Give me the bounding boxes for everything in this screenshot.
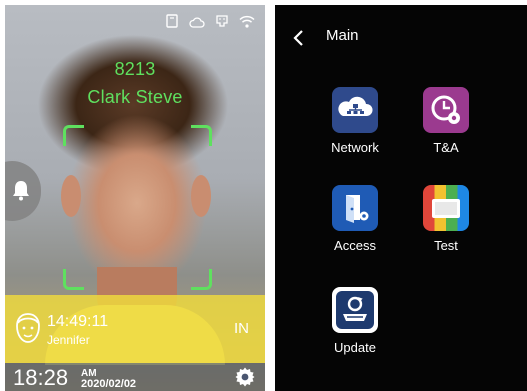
record-time: 14:49:11: [47, 313, 109, 330]
menu-item-access[interactable]: Access: [310, 185, 400, 253]
face-frame-corner: [191, 125, 212, 146]
ethernet-icon: [215, 14, 229, 33]
back-chevron-icon[interactable]: [293, 29, 305, 52]
record-direction: IN: [234, 320, 249, 337]
menu-item-label: Network: [331, 140, 379, 155]
time-attendance-icon: [423, 87, 469, 133]
menu-item-test[interactable]: Test: [401, 185, 491, 253]
menu-item-label: Update: [334, 340, 376, 355]
face-outline-icon: [13, 311, 43, 352]
face-frame-corner: [63, 269, 84, 290]
clock-date: 2020/02/02: [81, 378, 137, 390]
card-icon: [165, 14, 179, 33]
face-frame-corner: [191, 269, 212, 290]
menu-item-network[interactable]: Network: [310, 87, 400, 155]
clock-time: 18:28: [13, 365, 69, 390]
cloud-icon: [189, 15, 205, 33]
user-name: Clark Steve: [87, 87, 183, 107]
menu-item-label: Test: [434, 238, 458, 253]
clock-bar: 18:28 AM 2020/02/02: [5, 363, 265, 391]
face-ear-left: [61, 175, 81, 217]
menu-item-update[interactable]: Update: [310, 287, 400, 355]
menu-item-label: T&A: [433, 140, 459, 155]
bell-icon: [13, 181, 29, 201]
update-icon: [332, 287, 378, 333]
menu-item-ta[interactable]: T&A: [401, 87, 491, 155]
network-icon: [332, 87, 378, 133]
menu-item-label: Access: [334, 238, 376, 253]
access-door-icon: [332, 185, 378, 231]
main-menu-screen: Main Network T&A Access Test Update: [275, 5, 527, 391]
face-ear-right: [191, 175, 211, 217]
record-name: Jennifer: [47, 333, 90, 347]
face-frame-corner: [63, 125, 84, 146]
face-recognition-screen: 8213 Clark Steve 14:49:11 Jennifer IN 18…: [5, 5, 265, 391]
menu-title: Main: [326, 27, 359, 44]
settings-gear-icon[interactable]: [235, 367, 255, 391]
status-bar: [165, 14, 255, 33]
user-id: 8213: [114, 59, 156, 79]
test-icon: [423, 185, 469, 231]
last-record-bar: 14:49:11 Jennifer IN: [5, 295, 265, 363]
wifi-icon: [239, 15, 255, 33]
